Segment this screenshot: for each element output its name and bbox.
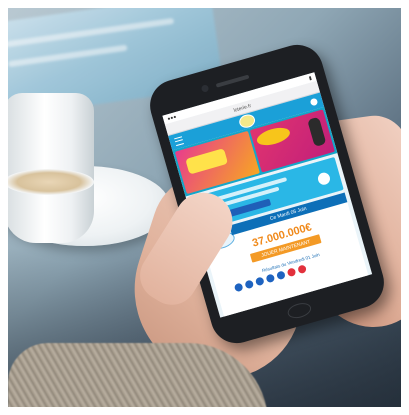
battery-icon: ▮ xyxy=(308,74,313,82)
photo-scene: ●●● ▮ loterie.fr Ce Mardi 05 Juin 37.000… xyxy=(8,8,401,407)
camera-icon xyxy=(200,84,210,93)
promo-badge-icon xyxy=(316,171,332,187)
user-icon[interactable] xyxy=(309,97,319,107)
result-ball xyxy=(254,276,265,287)
paper-stripe xyxy=(8,44,128,68)
paper-stripe xyxy=(8,17,175,48)
result-ball-lucky xyxy=(286,267,297,278)
result-ball xyxy=(276,270,286,281)
game-title-graphic xyxy=(254,124,292,149)
result-ball xyxy=(244,279,255,290)
result-ball xyxy=(265,273,276,284)
coffee-cup xyxy=(8,93,94,243)
game-title-graphic xyxy=(185,148,229,175)
home-button[interactable] xyxy=(285,300,313,321)
cup-rim xyxy=(8,169,94,195)
menu-icon[interactable] xyxy=(173,135,184,146)
pirate-character xyxy=(307,116,327,147)
result-ball-lucky xyxy=(297,264,308,275)
result-ball xyxy=(233,282,244,293)
speaker-grille xyxy=(215,74,250,88)
